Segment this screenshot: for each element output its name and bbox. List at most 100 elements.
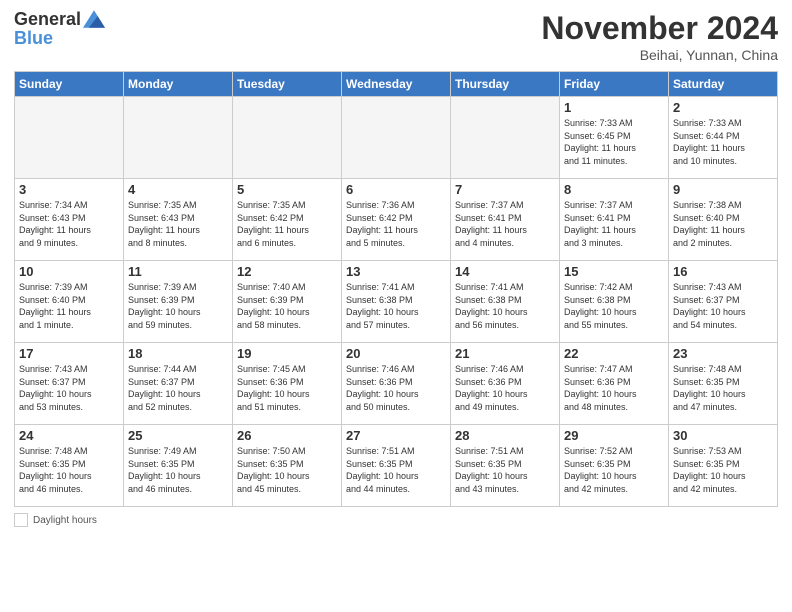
day-number: 28 <box>455 428 555 443</box>
day-info: Sunrise: 7:50 AM Sunset: 6:35 PM Dayligh… <box>237 445 337 495</box>
day-info: Sunrise: 7:44 AM Sunset: 6:37 PM Dayligh… <box>128 363 228 413</box>
day-number: 25 <box>128 428 228 443</box>
day-number: 16 <box>673 264 773 279</box>
day-number: 12 <box>237 264 337 279</box>
calendar-cell: 20 Sunrise: 7:46 AM Sunset: 6:36 PM Dayli… <box>342 343 451 425</box>
calendar-cell: 11 Sunrise: 7:39 AM Sunset: 6:39 PM Dayli… <box>124 261 233 343</box>
day-number: 27 <box>346 428 446 443</box>
calendar: SundayMondayTuesdayWednesdayThursdayFrid… <box>14 71 778 507</box>
week-row-4: 24 Sunrise: 7:48 AM Sunset: 6:35 PM Dayli… <box>15 425 778 507</box>
day-info: Sunrise: 7:47 AM Sunset: 6:36 PM Dayligh… <box>564 363 664 413</box>
logo-general: General <box>14 10 81 30</box>
logo: General Blue <box>14 10 105 49</box>
calendar-cell: 7Sunrise: 7:37 AM Sunset: 6:41 PM Daylig… <box>451 179 560 261</box>
calendar-cell: 21 Sunrise: 7:46 AM Sunset: 6:36 PM Dayli… <box>451 343 560 425</box>
day-number: 15 <box>564 264 664 279</box>
day-number: 29 <box>564 428 664 443</box>
weekday-wednesday: Wednesday <box>342 72 451 97</box>
logo-blue: Blue <box>14 28 105 49</box>
month-title: November 2024 <box>541 10 778 47</box>
day-number: 22 <box>564 346 664 361</box>
calendar-cell <box>451 97 560 179</box>
day-number: 9 <box>673 182 773 197</box>
day-info: Sunrise: 7:43 AM Sunset: 6:37 PM Dayligh… <box>673 281 773 331</box>
day-info: Sunrise: 7:51 AM Sunset: 6:35 PM Dayligh… <box>346 445 446 495</box>
week-row-0: 1Sunrise: 7:33 AM Sunset: 6:45 PM Daylig… <box>15 97 778 179</box>
day-number: 2 <box>673 100 773 115</box>
day-info: Sunrise: 7:43 AM Sunset: 6:37 PM Dayligh… <box>19 363 119 413</box>
day-number: 4 <box>128 182 228 197</box>
day-info: Sunrise: 7:53 AM Sunset: 6:35 PM Dayligh… <box>673 445 773 495</box>
day-number: 20 <box>346 346 446 361</box>
weekday-tuesday: Tuesday <box>233 72 342 97</box>
day-number: 26 <box>237 428 337 443</box>
calendar-cell: 10Sunrise: 7:39 AM Sunset: 6:40 PM Dayli… <box>15 261 124 343</box>
day-number: 18 <box>128 346 228 361</box>
day-info: Sunrise: 7:48 AM Sunset: 6:35 PM Dayligh… <box>19 445 119 495</box>
calendar-cell: 29Sunrise: 7:52 AM Sunset: 6:35 PM Dayli… <box>560 425 669 507</box>
day-number: 23 <box>673 346 773 361</box>
day-number: 1 <box>564 100 664 115</box>
day-number: 19 <box>237 346 337 361</box>
day-info: Sunrise: 7:48 AM Sunset: 6:35 PM Dayligh… <box>673 363 773 413</box>
calendar-cell: 16 Sunrise: 7:43 AM Sunset: 6:37 PM Dayli… <box>669 261 778 343</box>
day-info: Sunrise: 7:36 AM Sunset: 6:42 PM Dayligh… <box>346 199 446 249</box>
calendar-cell: 4 Sunrise: 7:35 AM Sunset: 6:43 PM Daylig… <box>124 179 233 261</box>
day-number: 5 <box>237 182 337 197</box>
calendar-cell: 13Sunrise: 7:41 AM Sunset: 6:38 PM Dayli… <box>342 261 451 343</box>
week-row-2: 10Sunrise: 7:39 AM Sunset: 6:40 PM Dayli… <box>15 261 778 343</box>
day-info: Sunrise: 7:37 AM Sunset: 6:41 PM Dayligh… <box>564 199 664 249</box>
calendar-cell <box>15 97 124 179</box>
weekday-thursday: Thursday <box>451 72 560 97</box>
day-number: 30 <box>673 428 773 443</box>
day-info: Sunrise: 7:46 AM Sunset: 6:36 PM Dayligh… <box>346 363 446 413</box>
day-info: Sunrise: 7:34 AM Sunset: 6:43 PM Dayligh… <box>19 199 119 249</box>
logo-icon <box>83 10 105 28</box>
day-info: Sunrise: 7:39 AM Sunset: 6:39 PM Dayligh… <box>128 281 228 331</box>
day-number: 7 <box>455 182 555 197</box>
calendar-cell: 24 Sunrise: 7:48 AM Sunset: 6:35 PM Dayli… <box>15 425 124 507</box>
day-info: Sunrise: 7:41 AM Sunset: 6:38 PM Dayligh… <box>346 281 446 331</box>
day-number: 10 <box>19 264 119 279</box>
calendar-cell: 15 Sunrise: 7:42 AM Sunset: 6:38 PM Dayli… <box>560 261 669 343</box>
legend-label: Daylight hours <box>33 515 97 526</box>
legend-box <box>14 513 28 527</box>
day-info: Sunrise: 7:45 AM Sunset: 6:36 PM Dayligh… <box>237 363 337 413</box>
calendar-cell: 3 Sunrise: 7:34 AM Sunset: 6:43 PM Daylig… <box>15 179 124 261</box>
calendar-cell <box>233 97 342 179</box>
calendar-cell: 6 Sunrise: 7:36 AM Sunset: 6:42 PM Daylig… <box>342 179 451 261</box>
calendar-cell: 1Sunrise: 7:33 AM Sunset: 6:45 PM Daylig… <box>560 97 669 179</box>
day-info: Sunrise: 7:42 AM Sunset: 6:38 PM Dayligh… <box>564 281 664 331</box>
day-info: Sunrise: 7:41 AM Sunset: 6:38 PM Dayligh… <box>455 281 555 331</box>
calendar-cell: 9 Sunrise: 7:38 AM Sunset: 6:40 PM Daylig… <box>669 179 778 261</box>
calendar-cell: 25 Sunrise: 7:49 AM Sunset: 6:35 PM Dayli… <box>124 425 233 507</box>
day-info: Sunrise: 7:33 AM Sunset: 6:44 PM Dayligh… <box>673 117 773 167</box>
day-info: Sunrise: 7:38 AM Sunset: 6:40 PM Dayligh… <box>673 199 773 249</box>
weekday-sunday: Sunday <box>15 72 124 97</box>
day-number: 11 <box>128 264 228 279</box>
calendar-cell: 23 Sunrise: 7:48 AM Sunset: 6:35 PM Dayli… <box>669 343 778 425</box>
day-info: Sunrise: 7:40 AM Sunset: 6:39 PM Dayligh… <box>237 281 337 331</box>
week-row-1: 3 Sunrise: 7:34 AM Sunset: 6:43 PM Daylig… <box>15 179 778 261</box>
location: Beihai, Yunnan, China <box>541 47 778 63</box>
weekday-header-row: SundayMondayTuesdayWednesdayThursdayFrid… <box>15 72 778 97</box>
title-section: November 2024 Beihai, Yunnan, China <box>541 10 778 63</box>
calendar-cell: 19 Sunrise: 7:45 AM Sunset: 6:36 PM Dayli… <box>233 343 342 425</box>
day-info: Sunrise: 7:35 AM Sunset: 6:43 PM Dayligh… <box>128 199 228 249</box>
weekday-saturday: Saturday <box>669 72 778 97</box>
day-number: 6 <box>346 182 446 197</box>
calendar-cell <box>342 97 451 179</box>
day-info: Sunrise: 7:49 AM Sunset: 6:35 PM Dayligh… <box>128 445 228 495</box>
day-number: 24 <box>19 428 119 443</box>
calendar-cell <box>124 97 233 179</box>
day-info: Sunrise: 7:51 AM Sunset: 6:35 PM Dayligh… <box>455 445 555 495</box>
day-number: 3 <box>19 182 119 197</box>
day-number: 21 <box>455 346 555 361</box>
calendar-cell: 12 Sunrise: 7:40 AM Sunset: 6:39 PM Dayli… <box>233 261 342 343</box>
day-info: Sunrise: 7:46 AM Sunset: 6:36 PM Dayligh… <box>455 363 555 413</box>
calendar-cell: 2 Sunrise: 7:33 AM Sunset: 6:44 PM Daylig… <box>669 97 778 179</box>
calendar-cell: 18 Sunrise: 7:44 AM Sunset: 6:37 PM Dayli… <box>124 343 233 425</box>
calendar-cell: 30 Sunrise: 7:53 AM Sunset: 6:35 PM Dayli… <box>669 425 778 507</box>
weekday-friday: Friday <box>560 72 669 97</box>
calendar-cell: 27 Sunrise: 7:51 AM Sunset: 6:35 PM Dayli… <box>342 425 451 507</box>
